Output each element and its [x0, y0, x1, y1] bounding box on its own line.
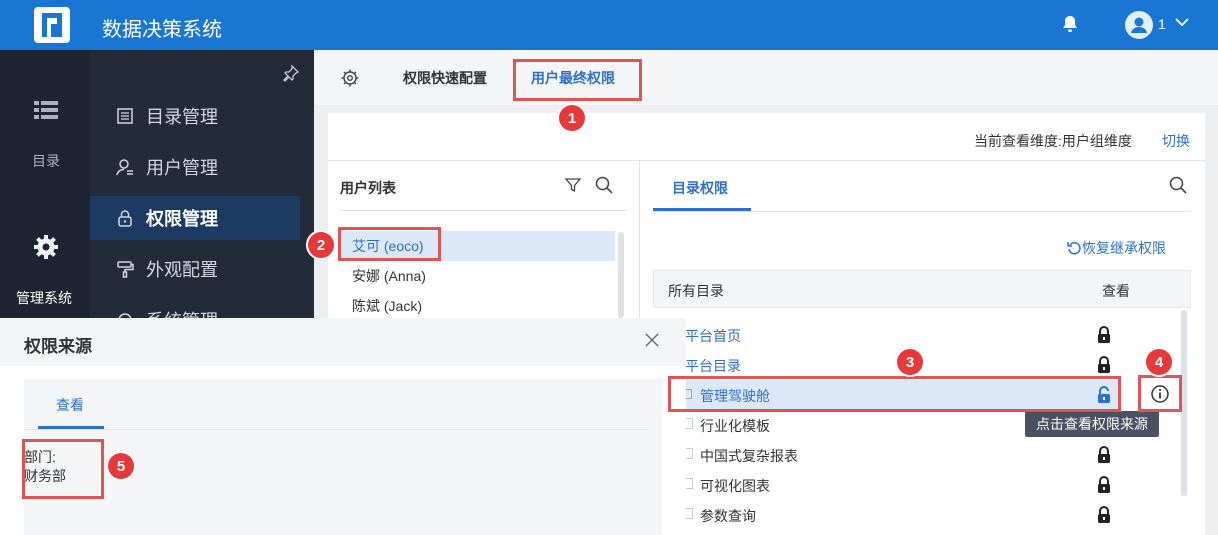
- column-all-directories: 所有目录: [668, 283, 724, 299]
- dimension-label: 当前查看维度:用户组维度: [974, 133, 1132, 149]
- menu-item-users[interactable]: 用户管理: [90, 145, 300, 189]
- tab-view[interactable]: 查看: [56, 395, 84, 415]
- tab-directory-permission[interactable]: 目录权限: [672, 178, 728, 198]
- catalog-icon: [117, 108, 133, 124]
- gear-icon[interactable]: [33, 234, 59, 260]
- callout-box: [668, 376, 1121, 412]
- divider: [24, 429, 648, 430]
- filter-icon[interactable]: [565, 177, 581, 193]
- callout-badge: 5: [108, 453, 134, 479]
- menu-item-appearance[interactable]: 外观配置: [90, 247, 300, 291]
- lock-icon[interactable]: [1097, 326, 1111, 344]
- list-item-user[interactable]: 陈斌 (Jack): [340, 291, 615, 321]
- divider: [328, 160, 1205, 161]
- table-row[interactable]: 平台首页: [653, 320, 1173, 350]
- user-list-title: 用户列表: [340, 180, 396, 196]
- user-icon: [116, 159, 133, 176]
- divider: [653, 211, 1191, 212]
- divider: [340, 210, 627, 211]
- dialog-title: 权限来源: [24, 337, 92, 356]
- callout-badge: 3: [897, 349, 923, 375]
- lock-icon[interactable]: [1097, 476, 1111, 494]
- nav-rail-admin: 管理系统: [0, 235, 90, 318]
- rail-admin-label[interactable]: 管理系统: [16, 288, 72, 308]
- callout-badge: 2: [308, 232, 334, 258]
- paint-roller-icon: [117, 261, 134, 278]
- nav-rail: 目录: [0, 50, 90, 240]
- permission-source-dialog: 权限来源 查看 部门: 财务部: [0, 318, 686, 535]
- callout-box: [513, 59, 642, 101]
- table-row[interactable]: 中国式复杂报表: [653, 440, 1173, 470]
- column-view: 查看: [1102, 283, 1130, 299]
- callout-box: [22, 439, 104, 499]
- user-avatar[interactable]: [1125, 11, 1153, 39]
- list-icon[interactable]: [34, 100, 58, 120]
- admin-menu: 目录管理 用户管理 权限管理 外观配置 系统管理: [90, 50, 314, 331]
- settings-icon[interactable]: [341, 69, 359, 87]
- dialog-header: 权限来源: [0, 318, 686, 366]
- undo-icon: [1067, 241, 1081, 254]
- scrollbar[interactable]: [618, 232, 624, 318]
- callout-badge: 1: [559, 105, 585, 131]
- lock-icon[interactable]: [1097, 506, 1111, 524]
- menu-item-permissions[interactable]: 权限管理: [90, 196, 300, 240]
- logo: [34, 7, 70, 43]
- close-icon[interactable]: [645, 333, 659, 347]
- chevron-down-icon[interactable]: [1174, 14, 1190, 30]
- pin-icon[interactable]: [282, 64, 300, 82]
- app-title: 数据决策系统: [102, 19, 222, 41]
- restore-inherit-button[interactable]: 恢复继承权限: [1067, 238, 1166, 258]
- callout-box: [338, 227, 441, 261]
- user-name[interactable]: 1: [1158, 16, 1166, 32]
- rail-directory-label[interactable]: 目录: [32, 151, 60, 171]
- search-icon[interactable]: [1169, 176, 1187, 194]
- bell-icon[interactable]: [1062, 15, 1078, 33]
- callout-badge: 4: [1146, 349, 1172, 375]
- directory-table-header: 所有目录 查看: [653, 270, 1191, 308]
- top-bar: 数据决策系统 1: [0, 0, 1218, 50]
- tab-quick-config[interactable]: 权限快速配置: [403, 68, 487, 88]
- lock-icon[interactable]: [1097, 446, 1111, 464]
- search-icon[interactable]: [595, 176, 613, 194]
- table-row[interactable]: 参数查询: [653, 500, 1173, 530]
- lock-icon[interactable]: [1097, 356, 1111, 374]
- table-row[interactable]: 可视化图表: [653, 470, 1173, 500]
- menu-item-directory[interactable]: 目录管理: [90, 94, 300, 138]
- tooltip: 点击查看权限来源: [1025, 411, 1159, 437]
- lock-icon: [118, 210, 132, 227]
- list-item-user[interactable]: 安娜 (Anna): [340, 261, 615, 291]
- switch-link[interactable]: 切换: [1162, 131, 1190, 151]
- callout-box: [1138, 375, 1182, 412]
